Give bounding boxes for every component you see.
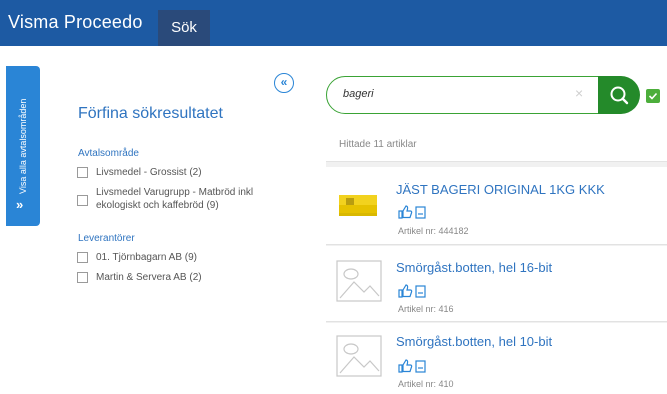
filter-option[interactable]: Martin & Servera AB (2) — [77, 271, 257, 284]
filter-checkbox[interactable] — [77, 195, 88, 206]
search-input[interactable]: bageri × — [326, 76, 602, 114]
image-placeholder-icon — [336, 335, 382, 377]
checkmark-toggle[interactable] — [646, 89, 660, 103]
filter-label: Martin & Servera AB (2) — [96, 272, 202, 283]
like-and-favorite-icons[interactable] — [398, 359, 428, 373]
filter-checkbox[interactable] — [77, 252, 88, 263]
search-input-value: bageri — [343, 88, 374, 100]
article-number: Artikel nr: 416 — [398, 304, 454, 314]
filter-group-title-agreement-area: Avtalsområde — [78, 148, 139, 159]
product-title[interactable]: JÄST BAGERI ORIGINAL 1KG KKK — [396, 182, 605, 197]
filter-option[interactable]: Livsmedel - Grossist (2) — [77, 166, 257, 179]
filter-option[interactable]: Livsmedel Varugrupp - Matbröd inkl ekolo… — [77, 186, 287, 212]
result-item[interactable]: JÄST BAGERI ORIGINAL 1KG KKK Artikel nr:… — [326, 167, 667, 245]
collapse-panel-button[interactable]: « — [274, 73, 294, 93]
show-all-agreement-areas-tab[interactable]: Visa alla avtalsområden » — [6, 66, 40, 226]
app-brand[interactable]: Visma Proceedo — [8, 12, 143, 33]
filter-checkbox[interactable] — [77, 272, 88, 283]
search-icon — [610, 86, 629, 105]
product-actions — [398, 205, 428, 222]
filter-checkbox[interactable] — [77, 167, 88, 178]
expand-arrow-icon: » — [16, 197, 24, 212]
product-title[interactable]: Smörgåst.botten, hel 16-bit — [396, 260, 552, 275]
show-all-agreement-areas-label: Visa alla avtalsområden — [18, 98, 28, 194]
article-number: Artikel nr: 444182 — [398, 226, 469, 236]
results-count: Hittade 11 artiklar — [339, 139, 417, 150]
tab-search[interactable]: Sök — [158, 10, 210, 46]
like-and-favorite-icons[interactable] — [398, 284, 428, 298]
product-actions — [398, 284, 428, 301]
refine-results-title: Förfina sökresultatet — [78, 105, 223, 122]
image-placeholder-icon — [336, 260, 382, 302]
top-nav-bar: Visma Proceedo Sök — [0, 0, 667, 46]
article-number: Artikel nr: 410 — [398, 379, 454, 389]
search-button[interactable] — [598, 76, 640, 114]
product-title[interactable]: Smörgåst.botten, hel 10-bit — [396, 334, 552, 349]
result-item[interactable]: Smörgåst.botten, hel 10-bit Artikel nr: … — [326, 323, 667, 394]
filter-label: Livsmedel Varugrupp - Matbröd inkl ekolo… — [96, 187, 254, 211]
clear-search-icon[interactable]: × — [575, 85, 583, 101]
result-item[interactable]: Smörgåst.botten, hel 16-bit Artikel nr: … — [326, 246, 667, 322]
check-icon — [648, 92, 658, 100]
filter-option[interactable]: 01. Tjörnbagarn AB (9) — [77, 251, 257, 264]
product-actions — [398, 359, 428, 376]
filter-group-title-suppliers: Leverantörer — [78, 233, 135, 244]
filter-label: Livsmedel - Grossist (2) — [96, 167, 202, 178]
yeast-package-image — [339, 195, 377, 216]
like-and-favorite-icons[interactable] — [398, 205, 428, 219]
filter-label: 01. Tjörnbagarn AB (9) — [96, 252, 197, 263]
